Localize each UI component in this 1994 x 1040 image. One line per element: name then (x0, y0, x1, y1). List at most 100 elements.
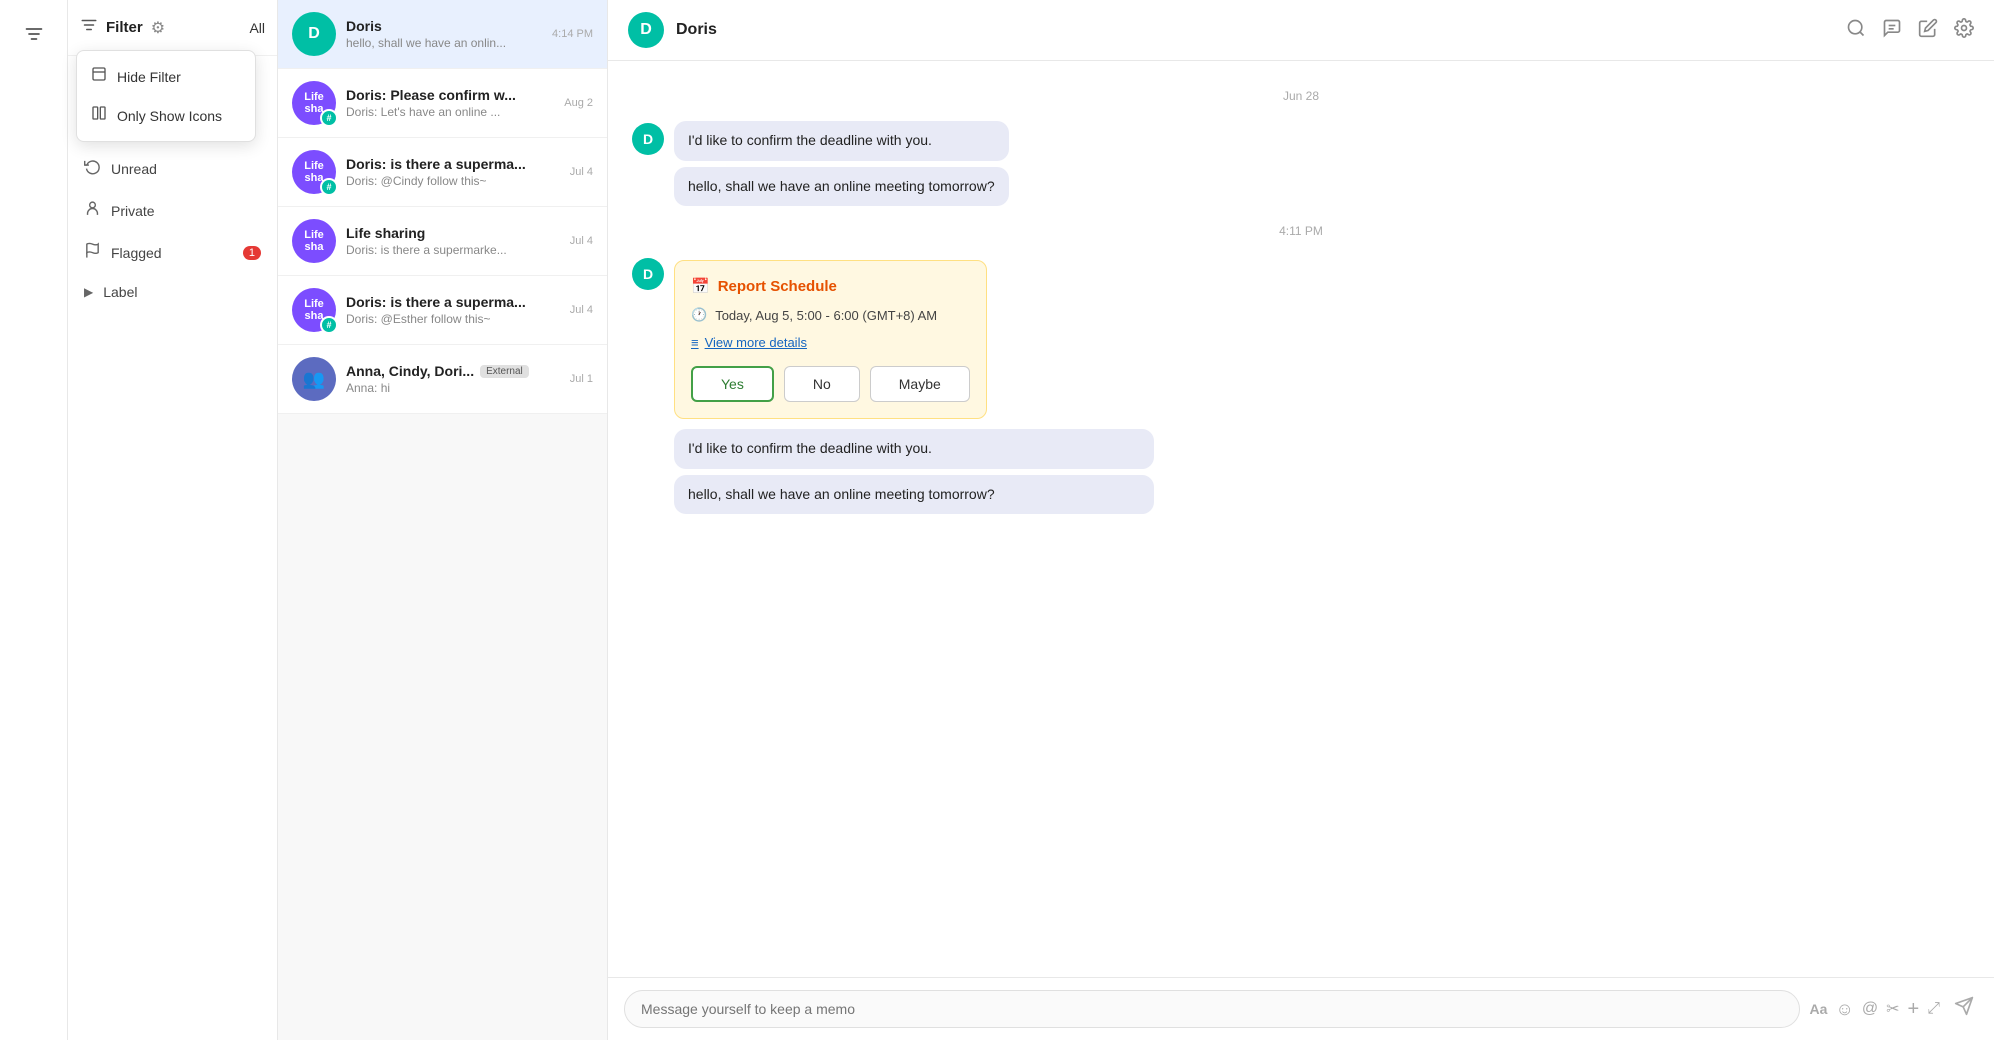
msg-bubbles-1: I'd like to confirm the deadline with yo… (674, 121, 1009, 206)
filter-panel: Filter ⚙ All Hide Filter Only Show Icons (68, 0, 278, 1040)
maybe-button[interactable]: Maybe (870, 366, 970, 402)
sidebar-item-unread[interactable]: Unread (68, 148, 277, 190)
chat-header-avatar: D (628, 12, 664, 48)
conv-item-doris-confirm[interactable]: Lifesha # Doris: Please confirm w... Dor… (278, 69, 607, 138)
schedule-cal-icon: 📅 (691, 277, 710, 295)
conv-avatar-superma2: Lifesha # (292, 288, 336, 332)
conv-name-superma2: Doris: is there a superma... (346, 294, 560, 310)
filter-all[interactable]: All (249, 20, 265, 36)
list-icon: ≡ (691, 335, 699, 350)
send-button[interactable] (1950, 996, 1978, 1022)
yes-button[interactable]: Yes (691, 366, 774, 402)
conv-avatar-life: Lifesha (292, 219, 336, 263)
chat-header-actions (1846, 18, 1974, 43)
conv-time-doris: 4:14 PM (552, 28, 593, 40)
gear-icon[interactable]: ⚙ (151, 18, 165, 38)
flagged-badge: 1 (243, 246, 261, 260)
expand-icon[interactable]: ⤢ (1927, 1000, 1940, 1018)
time-divider: 4:11 PM (632, 224, 1970, 238)
sidebar-item-private[interactable]: Private (68, 190, 277, 232)
msg-bubbles-after: I'd like to confirm the deadline with yo… (674, 429, 1970, 514)
conv-item-superma2[interactable]: Lifesha # Doris: is there a superma... D… (278, 276, 607, 345)
external-badge: External (480, 365, 529, 378)
conv-item-anna[interactable]: 👥 Anna, Cindy, Dori... External Anna: hi… (278, 345, 607, 414)
chat-input-area: Aa ☺ @ ✂ + ⤢ (608, 977, 1994, 1040)
filter-dropdown: Hide Filter Only Show Icons (76, 50, 256, 142)
conversation-list: D Doris hello, shall we have an onlin...… (278, 0, 608, 1040)
hide-filter-icon (91, 66, 107, 87)
filter-title: Filter (106, 19, 143, 36)
conv-avatar-doris: D (292, 12, 336, 56)
channel-badge-confirm: # (320, 109, 338, 127)
conv-time-anna: Jul 1 (570, 373, 593, 385)
scissors-icon[interactable]: ✂ (1886, 999, 1899, 1019)
private-label: Private (111, 203, 155, 219)
conv-item-doris[interactable]: D Doris hello, shall we have an onlin...… (278, 0, 607, 69)
flagged-label: Flagged (111, 245, 162, 261)
conv-time-superma2: Jul 4 (570, 304, 593, 316)
schedule-time-icon: 🕐 (691, 307, 707, 323)
only-icons-icon (91, 105, 107, 126)
conv-preview-superma2: Doris: @Esther follow this~ (346, 312, 560, 326)
chat-header-name: Doris (676, 21, 717, 39)
chat-header: D Doris (608, 0, 1994, 61)
channel-badge-superma1: # (320, 178, 338, 196)
msg-bubble-after-1: I'd like to confirm the deadline with yo… (674, 429, 1154, 469)
conv-item-life-sharing[interactable]: Lifesha Life sharing Doris: is there a s… (278, 207, 607, 276)
hide-filter-item[interactable]: Hide Filter (77, 57, 255, 96)
only-icons-item[interactable]: Only Show Icons (77, 96, 255, 135)
emoji-icon[interactable]: ☺ (1835, 999, 1853, 1020)
schedule-actions: Yes No Maybe (691, 366, 970, 402)
conv-time-life: Jul 4 (570, 235, 593, 247)
msg-bubble-1a: I'd like to confirm the deadline with yo… (674, 121, 1009, 161)
font-size-icon[interactable]: Aa (1810, 1001, 1828, 1017)
conv-avatar-anna: 👥 (292, 357, 336, 401)
edit-icon[interactable] (1918, 18, 1938, 43)
filter-header: Filter ⚙ All (68, 0, 277, 56)
conv-preview-anna: Anna: hi (346, 381, 560, 395)
settings-icon[interactable] (1954, 18, 1974, 43)
msg-bubble-1b: hello, shall we have an online meeting t… (674, 167, 1009, 207)
msg-row-1: D I'd like to confirm the deadline with … (632, 121, 1970, 206)
only-icons-label: Only Show Icons (117, 108, 222, 124)
message-input[interactable] (624, 990, 1800, 1028)
search-icon[interactable] (1846, 18, 1866, 43)
thread-icon[interactable] (1882, 18, 1902, 43)
schedule-view-more-link[interactable]: ≡ View more details (691, 335, 970, 350)
msg-avatar-1: D (632, 123, 664, 155)
filter-icon[interactable] (12, 12, 56, 56)
channel-badge-superma2: # (320, 316, 338, 334)
sidebar-item-flagged[interactable]: Flagged 1 (68, 232, 277, 274)
hide-filter-label: Hide Filter (117, 69, 181, 85)
conv-preview-superma1: Doris: @Cindy follow this~ (346, 174, 560, 188)
schedule-title-text: Report Schedule (718, 278, 837, 295)
conv-preview-doris: hello, shall we have an onlin... (346, 36, 542, 50)
unread-icon (84, 158, 101, 180)
input-icons: Aa ☺ @ ✂ + ⤢ (1810, 998, 1940, 1021)
private-icon (84, 200, 101, 222)
view-more-label: View more details (705, 335, 807, 350)
conv-time-superma1: Jul 4 (570, 166, 593, 178)
mention-icon[interactable]: @ (1862, 1000, 1878, 1018)
label-label: Label (103, 284, 137, 300)
conv-name-life: Life sharing (346, 225, 560, 241)
msg-row-schedule: D 📅 Report Schedule 🕐 Today, Aug 5, 5:00… (632, 256, 1970, 419)
conv-avatar-superma1: Lifesha # (292, 150, 336, 194)
conv-item-superma1[interactable]: Lifesha # Doris: is there a superma... D… (278, 138, 607, 207)
msg-bubble-after-2: hello, shall we have an online meeting t… (674, 475, 1154, 515)
filter-icon-btn[interactable] (80, 16, 98, 39)
conv-time-confirm: Aug 2 (564, 97, 593, 109)
schedule-time-text: Today, Aug 5, 5:00 - 6:00 (GMT+8) AM (715, 308, 937, 323)
conv-name-confirm: Doris: Please confirm w... (346, 87, 554, 103)
no-button[interactable]: No (784, 366, 860, 402)
unread-label: Unread (111, 161, 157, 177)
msg-avatar-schedule: D (632, 258, 664, 290)
chat-area: D Doris Jun 28 D (608, 0, 1994, 1040)
conv-name-superma1: Doris: is there a superma... (346, 156, 560, 172)
schedule-card: 📅 Report Schedule 🕐 Today, Aug 5, 5:00 -… (674, 260, 987, 419)
label-chevron-icon: ▶ (84, 285, 93, 299)
add-icon[interactable]: + (1908, 998, 1920, 1021)
flagged-icon (84, 242, 101, 264)
sidebar-item-label[interactable]: ▶ Label (68, 274, 277, 310)
date-divider: Jun 28 (632, 89, 1970, 103)
